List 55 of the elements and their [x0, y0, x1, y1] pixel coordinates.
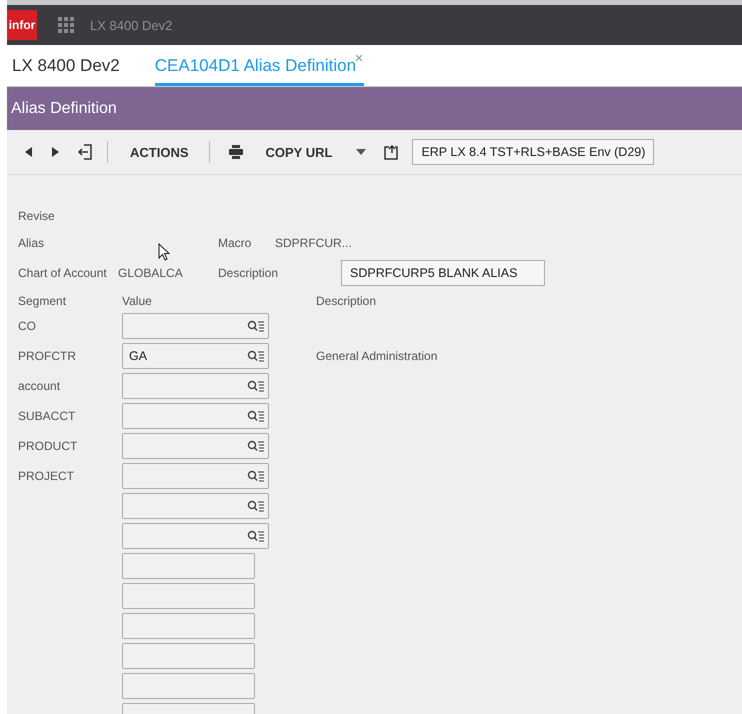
segment-label: account — [18, 379, 62, 393]
column-header: Segment — [18, 294, 68, 308]
value-field[interactable] — [122, 583, 255, 609]
value-field[interactable] — [122, 673, 255, 699]
mouse-pointer-icon — [158, 243, 170, 261]
field-label: Description — [218, 266, 280, 280]
value-field[interactable] — [122, 493, 269, 519]
field-label: Alias — [18, 236, 46, 250]
caret-icon[interactable] — [356, 149, 366, 155]
value-field[interactable] — [122, 553, 255, 579]
copy-url-button[interactable]: COPY URL — [260, 140, 338, 164]
value-field[interactable]: GA — [122, 343, 269, 369]
value-field[interactable] — [122, 463, 269, 489]
segment-label: SUBACCT — [18, 409, 76, 423]
next-icon[interactable] — [51, 147, 59, 157]
description-field[interactable]: SDPRFCURP5 BLANK ALIAS — [341, 260, 545, 286]
previous-icon[interactable] — [25, 147, 33, 157]
macro-value: SDPRFCUR... — [275, 236, 352, 250]
lookup-icon[interactable] — [247, 440, 265, 452]
print-icon[interactable] — [228, 144, 244, 160]
app-grid-icon[interactable] — [58, 17, 74, 33]
close-icon[interactable] — [356, 55, 362, 61]
lookup-icon[interactable] — [247, 320, 265, 332]
app-title: LX 8400 Dev2 — [90, 18, 172, 32]
value-field[interactable] — [122, 373, 269, 399]
value-field[interactable] — [122, 313, 269, 339]
segment-label: PRODUCT — [18, 439, 78, 453]
environment-field[interactable]: ERP LX 8.4 TST+RLS+BASE Env (D29) — [412, 139, 654, 165]
lookup-icon[interactable] — [247, 350, 265, 362]
segment-label: PROFCTR — [18, 349, 77, 363]
value-field[interactable] — [122, 433, 269, 459]
lookup-icon[interactable] — [247, 530, 265, 542]
value-field[interactable] — [122, 403, 269, 429]
value-field[interactable] — [122, 643, 255, 669]
lookup-icon[interactable] — [247, 380, 265, 392]
export-icon[interactable] — [384, 144, 398, 160]
lookup-icon[interactable] — [247, 410, 265, 422]
lookup-icon[interactable] — [247, 470, 265, 482]
tab[interactable]: LX 8400 Dev2 — [8, 45, 130, 86]
mode-label: Revise — [18, 209, 56, 225]
infor-logo[interactable]: infor — [7, 10, 37, 40]
segment-description: General Administration — [316, 349, 438, 363]
actions-button[interactable]: ACTIONS — [124, 140, 194, 164]
value-field[interactable] — [122, 523, 269, 549]
chart-value: GLOBALCA — [118, 266, 184, 280]
field-label: Chart of Account — [18, 266, 108, 280]
column-header: Description — [316, 294, 376, 308]
column-header: Value — [122, 294, 153, 308]
lookup-icon[interactable] — [247, 500, 265, 512]
exit-icon[interactable] — [77, 144, 93, 160]
value-field[interactable] — [122, 613, 255, 639]
field-label: Macro — [218, 236, 252, 250]
page-title: Alias Definition — [11, 100, 117, 118]
segment-label: PROJECT — [18, 469, 76, 483]
segment-label: CO — [18, 319, 37, 333]
